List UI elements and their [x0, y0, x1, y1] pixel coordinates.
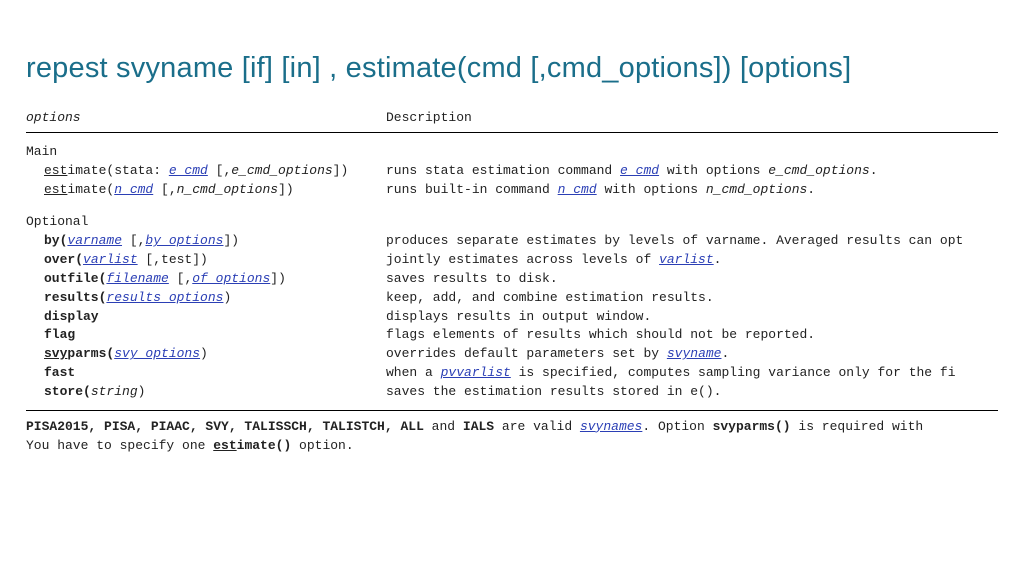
column-header-row: options Description [26, 109, 998, 133]
row-svyparms: svyparms(svy_options) overrides default … [26, 345, 998, 364]
arg: e_cmd_options [231, 163, 332, 178]
txt: [, [122, 233, 145, 248]
abbrev: svy [44, 346, 67, 361]
opt-name: display [44, 309, 99, 324]
txt: . Option [642, 419, 712, 434]
txt: . [721, 346, 729, 361]
header-options: options [26, 109, 386, 128]
txt: imate(stata: [67, 163, 168, 178]
txt: and [424, 419, 463, 434]
opt-name: by( [44, 233, 67, 248]
txt: IALS [463, 419, 494, 434]
txt: svyparms() [713, 419, 791, 434]
arg: string [91, 384, 138, 399]
txt: is specified, computes sampling variance… [511, 365, 956, 380]
desc: saves the estimation results stored in e… [386, 383, 721, 402]
link-n-cmd[interactable]: n_cmd [114, 182, 153, 197]
row-flag: flag flags elements of results which sho… [26, 326, 998, 345]
txt: [, [169, 271, 192, 286]
opt-name: store( [44, 384, 91, 399]
txt: PISA2015, PISA, PIAAC, SVY, TALISSCH, TA… [26, 419, 424, 434]
abbrev: est [44, 182, 67, 197]
link-results-options[interactable]: results_options [106, 290, 223, 305]
txt: . [714, 252, 722, 267]
row-display: display displays results in output windo… [26, 308, 998, 327]
row-over: over(varlist [,test]) jointly estimates … [26, 251, 998, 270]
txt: are valid [494, 419, 580, 434]
link-svyname[interactable]: svyname [667, 346, 722, 361]
abbrev: est [44, 163, 67, 178]
desc: displays results in output window. [386, 308, 651, 327]
desc: saves results to disk. [386, 270, 558, 289]
row-store: store(string) saves the estimation resul… [26, 383, 998, 402]
arg: n_cmd_options [706, 182, 807, 197]
opt-name: results( [44, 290, 106, 305]
divider [26, 410, 998, 411]
txt: You have to specify one [26, 438, 213, 453]
txt: with options [659, 163, 768, 178]
txt: [, [153, 182, 176, 197]
desc: flags elements of results which should n… [386, 326, 815, 345]
txt: ) [223, 290, 231, 305]
txt: option. [291, 438, 353, 453]
row-estimate-stata: estimate(stata: e_cmd [,e_cmd_options]) … [26, 162, 998, 181]
txt: imate() [237, 438, 292, 453]
desc: keep, add, and combine estimation result… [386, 289, 714, 308]
opt-name: fast [44, 365, 75, 380]
header-description: Description [386, 109, 472, 128]
txt: with options [597, 182, 706, 197]
txt: imate( [67, 182, 114, 197]
txt: runs stata estimation command [386, 163, 620, 178]
row-by: by(varname [,by_options]) produces separ… [26, 232, 998, 251]
section-optional: Optional [26, 213, 998, 232]
link-varname[interactable]: varname [67, 233, 122, 248]
opt-name: flag [44, 327, 75, 342]
txt: ]) [333, 163, 349, 178]
link-svy-options[interactable]: svy_options [114, 346, 200, 361]
opt-name: outfile( [44, 271, 106, 286]
txt: . [870, 163, 878, 178]
row-outfile: outfile(filename [,of_options]) saves re… [26, 270, 998, 289]
txt: ]) [278, 182, 294, 197]
desc: produces separate estimates by levels of… [386, 232, 963, 251]
txt: overrides default parameters set by [386, 346, 667, 361]
txt: parms( [67, 346, 114, 361]
arg: n_cmd_options [177, 182, 278, 197]
link-e-cmd[interactable]: e_cmd [620, 163, 659, 178]
page-title: repest svyname [if] [in] , estimate(cmd … [26, 52, 998, 85]
link-varlist[interactable]: varlist [659, 252, 714, 267]
row-results: results(results_options) keep, add, and … [26, 289, 998, 308]
link-n-cmd[interactable]: n_cmd [558, 182, 597, 197]
opt-name: over( [44, 252, 83, 267]
link-pvvarlist[interactable]: pvvarlist [441, 365, 511, 380]
notes-block: PISA2015, PISA, PIAAC, SVY, TALISSCH, TA… [26, 417, 998, 456]
link-e-cmd[interactable]: e_cmd [169, 163, 208, 178]
link-by-options[interactable]: by_options [145, 233, 223, 248]
section-main: Main [26, 143, 998, 162]
abbrev: est [213, 438, 236, 453]
txt: [, [208, 163, 231, 178]
arg: e_cmd_options [768, 163, 869, 178]
txt: when a [386, 365, 441, 380]
txt: [,test]) [138, 252, 208, 267]
link-of-options[interactable]: of_options [192, 271, 270, 286]
txt: . [807, 182, 815, 197]
txt: ]) [223, 233, 239, 248]
row-estimate-builtin: estimate(n_cmd [,n_cmd_options]) runs bu… [26, 181, 998, 200]
txt: jointly estimates across levels of [386, 252, 659, 267]
link-svynames[interactable]: svynames [580, 419, 642, 434]
txt: is required with [791, 419, 924, 434]
row-fast: fast when a pvvarlist is specified, comp… [26, 364, 998, 383]
txt: runs built-in command [386, 182, 558, 197]
txt: ]) [270, 271, 286, 286]
txt: ) [200, 346, 208, 361]
link-filename[interactable]: filename [106, 271, 168, 286]
link-varlist[interactable]: varlist [83, 252, 138, 267]
txt: ) [138, 384, 146, 399]
